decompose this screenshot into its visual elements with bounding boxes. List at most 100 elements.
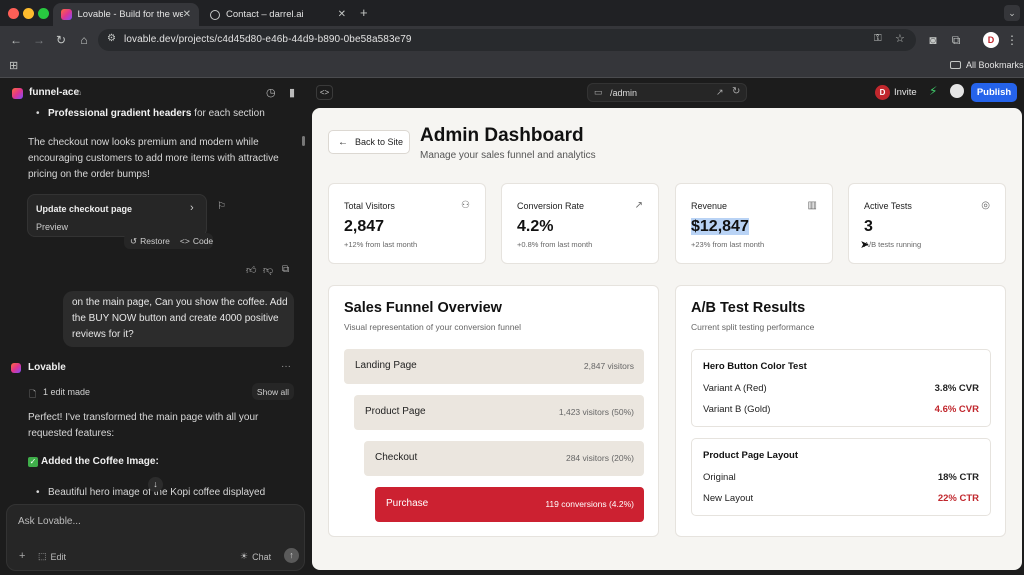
update-checkout-card[interactable]: Update checkout page Preview › [27, 194, 207, 237]
url-text: lovable.dev/projects/c4d45d80-e46b-44d9-… [124, 34, 412, 45]
code-button[interactable]: Code [193, 236, 213, 246]
sidebar-toggle-icon[interactable]: ▮ [289, 86, 295, 99]
admin-dashboard-canvas: ← Back to Site Admin Dashboard Manage yo… [312, 108, 1022, 570]
ab-row-label: Original [703, 472, 736, 483]
ab-row-label: Variant A (Red) [703, 383, 767, 394]
invite-button[interactable]: Invite [894, 87, 917, 98]
funnel-step-count: 1,423 visitors (50%) [558, 407, 634, 417]
target-icon: ◎ [981, 200, 990, 211]
tab-contact[interactable]: Contact – darrel.ai ✕ [202, 3, 354, 26]
stat-card-visitors: Total Visitors ⚇ 2,847 +12% from last mo… [328, 183, 486, 264]
chat-input-box[interactable]: Ask Lovable... + ⬚ Edit ☀ Chat ↑ [6, 504, 305, 571]
apps-grid-icon[interactable]: ⊞ [9, 59, 18, 72]
restore-icon: ↺ [130, 235, 138, 246]
show-all-button[interactable]: Show all [252, 383, 294, 400]
address-bar[interactable]: ⚙ lovable.dev/projects/c4d45d80-e46b-44d… [98, 29, 916, 51]
thumbs-up-icon[interactable]: 👍︎ [246, 264, 256, 276]
edits-count: 1 edit made [43, 387, 91, 397]
minimize-window-button[interactable] [23, 8, 34, 19]
mouse-cursor-icon: ➤ [860, 239, 870, 251]
lightning-icon[interactable]: ⚡︎ [929, 84, 937, 98]
ab-test-card: Hero Button Color Test Variant A (Red) 3… [691, 349, 991, 427]
restore-code-toolbar: ↺ Restore <> Code [124, 233, 213, 249]
card-sub: Preview [36, 222, 69, 232]
stat-sub: +0.8% from last month [517, 240, 593, 249]
lovable-favicon-icon [61, 9, 72, 20]
site-info-icon[interactable]: ⚙ [107, 33, 116, 44]
reload-icon[interactable]: ↻ [53, 32, 69, 48]
bookmark-star-icon[interactable]: ☆ [895, 32, 905, 45]
close-tab-icon[interactable]: ✕ [183, 9, 191, 20]
ab-row-label: New Layout [703, 493, 754, 504]
close-tab-icon[interactable]: ✕ [338, 9, 346, 20]
stat-card-conversion: Conversion Rate ↗ 4.2% +0.8% from last m… [501, 183, 659, 264]
stat-sub: A/B tests running [864, 240, 922, 249]
ab-test-name: Hero Button Color Test [703, 361, 807, 372]
back-to-site-button[interactable]: ← Back to Site [328, 130, 410, 154]
lock-icon: ⌂ [76, 87, 82, 97]
lightbulb-icon: ☀ [240, 551, 249, 561]
chat-mode-button[interactable]: ☀ Chat [240, 551, 271, 562]
refresh-icon[interactable]: ↻ [732, 86, 740, 97]
edit-mode-button[interactable]: ⬚ Edit [38, 551, 66, 562]
close-window-button[interactable] [8, 8, 19, 19]
preview-path-bar[interactable]: ▭ /admin ↗ ↻ [587, 83, 747, 102]
stat-value: 4.2% [517, 218, 554, 235]
code-view-icon[interactable]: <> [316, 85, 333, 100]
thumbs-down-icon[interactable]: 👎︎ [263, 264, 273, 276]
github-icon[interactable] [950, 84, 964, 98]
new-tab-icon[interactable]: + [360, 5, 368, 20]
assistant-paragraph: The checkout now looks premium and moder… [28, 137, 279, 180]
preview-path: /admin [610, 88, 638, 98]
panel-subtitle: Visual representation of your conversion… [344, 322, 522, 332]
stat-card-revenue: Revenue ▥ $12,847 +23% from last month [675, 183, 833, 264]
history-icon[interactable]: ◷ [266, 86, 276, 99]
extensions-icon[interactable]: ⧉ [948, 32, 964, 48]
restore-button[interactable]: Restore [140, 236, 170, 246]
all-bookmarks-label: All Bookmarks [966, 60, 1024, 70]
copy-icon[interactable]: ⧉ [282, 264, 289, 275]
lovable-logo-icon [12, 88, 23, 99]
scrollbar-thumb[interactable] [302, 136, 305, 146]
scroll-down-icon[interactable]: ↓ [148, 477, 163, 492]
project-name[interactable]: funnel-ace [29, 87, 79, 98]
assistant-name: Lovable [28, 362, 66, 373]
open-external-icon[interactable]: ↗ [716, 87, 724, 98]
menu-dots-icon[interactable]: ⋮ [1004, 32, 1020, 48]
edit-select-icon: ⬚ [38, 551, 47, 561]
added-heading: Added the Coffee Image: [41, 456, 159, 467]
selected-text: $12,847 [691, 218, 749, 235]
profile-avatar[interactable]: D [983, 32, 999, 48]
funnel-step-count: 284 visitors (20%) [565, 453, 634, 463]
card-title: Update checkout page [36, 204, 133, 214]
forward-arrow-icon[interactable]: → [31, 32, 47, 48]
panel-title: Sales Funnel Overview [344, 300, 502, 316]
chevron-right-icon: › [190, 202, 194, 214]
device-icon: ▭ [594, 87, 603, 97]
plus-icon[interactable]: + [19, 550, 25, 562]
globe-icon [210, 9, 220, 20]
stat-value: 2,847 [344, 218, 385, 235]
publish-button[interactable]: Publish [971, 83, 1017, 102]
arrow-left-icon: ← [338, 136, 348, 148]
ab-row-value: 4.6% CVR [934, 404, 979, 415]
ab-row-value: 3.8% CVR [934, 383, 979, 394]
browser-toolbar: ← → ↻ ⌂ ⚙ lovable.dev/projects/c4d45d80-… [0, 26, 1024, 54]
all-bookmarks-button[interactable]: All Bookmarks [950, 60, 1024, 70]
home-icon[interactable]: ⌂ [76, 32, 92, 48]
key-icon[interactable]: ⚿ [874, 33, 882, 44]
chat-input-placeholder: Ask Lovable... [18, 516, 81, 527]
camera-icon[interactable]: ◙ [925, 32, 941, 48]
stat-title: Revenue [691, 201, 728, 211]
bookmark-icon[interactable]: ⚐ [217, 201, 226, 212]
maximize-window-button[interactable] [38, 8, 49, 19]
code-icon: <> [179, 236, 190, 246]
funnel-step-name: Landing Page [355, 360, 417, 371]
tab-search-icon[interactable]: ⌄ [1004, 5, 1020, 21]
send-arrow-icon[interactable]: ↑ [284, 548, 299, 563]
more-dots-icon[interactable]: ··· [281, 361, 291, 372]
back-arrow-icon[interactable]: ← [8, 32, 24, 48]
invite-avatar: D [875, 85, 890, 100]
tab-lovable[interactable]: Lovable - Build for the web 2 ✕ [53, 3, 199, 26]
ab-row-value: 18% CTR [937, 472, 979, 483]
